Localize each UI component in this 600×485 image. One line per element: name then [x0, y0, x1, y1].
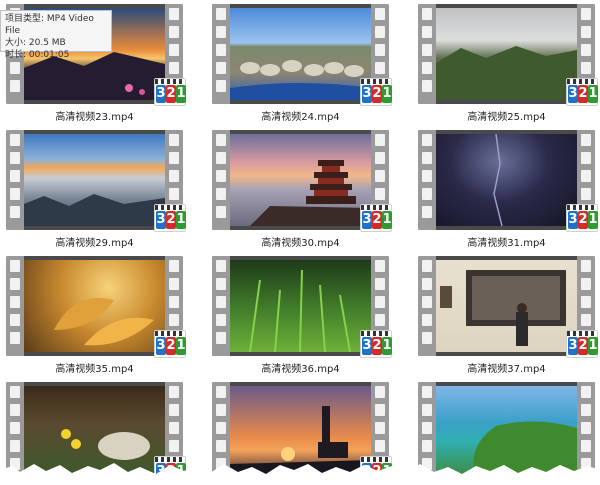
file-name: 高清视频23.mp4: [55, 112, 134, 123]
file-item[interactable]: 321 高清视频29.mp4: [0, 126, 186, 249]
media-player-badge-icon: 321: [154, 204, 186, 232]
media-player-badge-icon: 321: [154, 330, 186, 358]
file-item[interactable]: 321 高清视频35.mp4: [0, 252, 186, 375]
file-name: 高清视频37.mp4: [467, 364, 546, 375]
tooltip-size: 大小: 20.5 MB: [5, 38, 66, 48]
file-name: 高清视频25.mp4: [467, 112, 546, 123]
tooltip-duration: 时长: 00:01:05: [5, 50, 70, 60]
file-name: 高清视频29.mp4: [55, 238, 134, 249]
file-item[interactable]: 321 高清视频24.mp4: [206, 0, 392, 123]
media-player-badge-icon: 321: [566, 330, 598, 358]
media-player-badge-icon: 321: [566, 204, 598, 232]
media-player-badge-icon: 321: [154, 78, 186, 106]
torn-edge-decoration: [0, 463, 600, 485]
media-player-badge-icon: 321: [566, 78, 598, 106]
file-info-tooltip: 项目类型: MP4 Video File 大小: 20.5 MB 时长: 00:…: [0, 10, 112, 60]
media-player-badge-icon: 321: [360, 78, 392, 106]
file-item[interactable]: 321 高清视频36.mp4: [206, 252, 392, 375]
file-grid: 321 高清视频23.mp4 321 高清视频24.mp4 321 高清视频25…: [0, 0, 600, 485]
file-item[interactable]: 321 高清视频25.mp4: [412, 0, 598, 123]
file-name: 高清视频35.mp4: [55, 364, 134, 375]
file-item[interactable]: 321 高清视频31.mp4: [412, 126, 598, 249]
media-player-badge-icon: 321: [360, 204, 392, 232]
tooltip-type: 项目类型: MP4 Video File: [5, 14, 94, 36]
file-name: 高清视频24.mp4: [261, 112, 340, 123]
file-item[interactable]: 321 高清视频30.mp4: [206, 126, 392, 249]
file-name: 高清视频31.mp4: [467, 238, 546, 249]
file-item[interactable]: 321 高清视频37.mp4: [412, 252, 598, 375]
file-name: 高清视频30.mp4: [261, 238, 340, 249]
media-player-badge-icon: 321: [360, 330, 392, 358]
file-name: 高清视频36.mp4: [261, 364, 340, 375]
